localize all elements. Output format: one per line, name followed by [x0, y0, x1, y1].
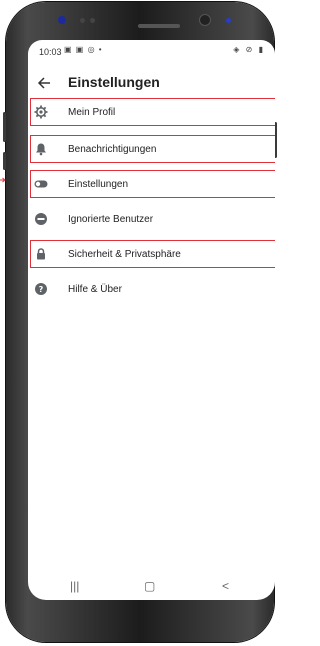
system-nav-bar: ||| ▢ < — [28, 575, 275, 599]
sensor-dot — [226, 18, 231, 23]
menu-item-label: Benachrichtigungen — [68, 144, 157, 155]
phone-frame: 10:03 ▣ ▣ ◎ • ◈ ⊘ ▮ Einstellungen Mein P… — [3, 2, 277, 642]
notification-icons: ▣ ▣ ◎ • — [64, 45, 103, 54]
menu-item-help-about[interactable]: ? Hilfe & Über — [28, 275, 275, 305]
highlight-box — [30, 170, 275, 198]
menu-item-label: Ignorierte Benutzer — [68, 214, 154, 225]
status-bar: 10:03 ▣ ▣ ◎ • ◈ ⊘ ▮ — [28, 40, 275, 62]
page-title: Einstellungen — [68, 74, 160, 90]
toggle-icon — [34, 180, 48, 188]
bixby-key — [3, 152, 6, 170]
sensor-dot — [80, 18, 85, 23]
phone-top-bezel — [18, 8, 274, 38]
menu-item-security-privacy[interactable]: Sicherheit & Privatsphäre — [28, 240, 275, 270]
system-status-icons: ◈ ⊘ ▮ — [233, 45, 265, 54]
earpiece-speaker — [138, 24, 180, 28]
menu-item-notifications[interactable]: Benachrichtigungen — [28, 135, 275, 165]
svg-text:?: ? — [39, 285, 44, 294]
highlight-box — [30, 98, 275, 126]
menu-item-label: Sicherheit & Privatsphäre — [68, 249, 181, 260]
status-time: 10:03 — [39, 47, 62, 57]
back-arrow-icon[interactable] — [36, 74, 54, 92]
recent-apps-button[interactable]: ||| — [70, 579, 79, 593]
bell-icon — [36, 143, 46, 156]
block-icon — [35, 213, 47, 225]
menu-item-label: Einstellungen — [68, 179, 129, 190]
gear-icon — [34, 105, 48, 119]
pointer-arrow-icon — [0, 177, 6, 183]
home-button[interactable]: ▢ — [144, 579, 155, 593]
front-camera — [200, 15, 210, 25]
lock-icon — [37, 248, 45, 260]
menu-item-profile[interactable]: Mein Profil — [28, 98, 275, 128]
sensor-dot — [90, 18, 95, 23]
menu-item-label: Hilfe & Über — [68, 284, 122, 295]
menu-item-settings[interactable]: Einstellungen — [28, 170, 275, 200]
screen: 10:03 ▣ ▣ ◎ • ◈ ⊘ ▮ Einstellungen Mein P… — [28, 40, 275, 600]
menu-item-label: Mein Profil — [68, 107, 116, 118]
volume-key — [3, 112, 6, 142]
menu-item-ignored-users[interactable]: Ignorierte Benutzer — [28, 205, 275, 235]
nav-back-button[interactable]: < — [222, 579, 229, 593]
help-icon: ? — [35, 283, 47, 295]
sensor-dot — [58, 16, 66, 24]
